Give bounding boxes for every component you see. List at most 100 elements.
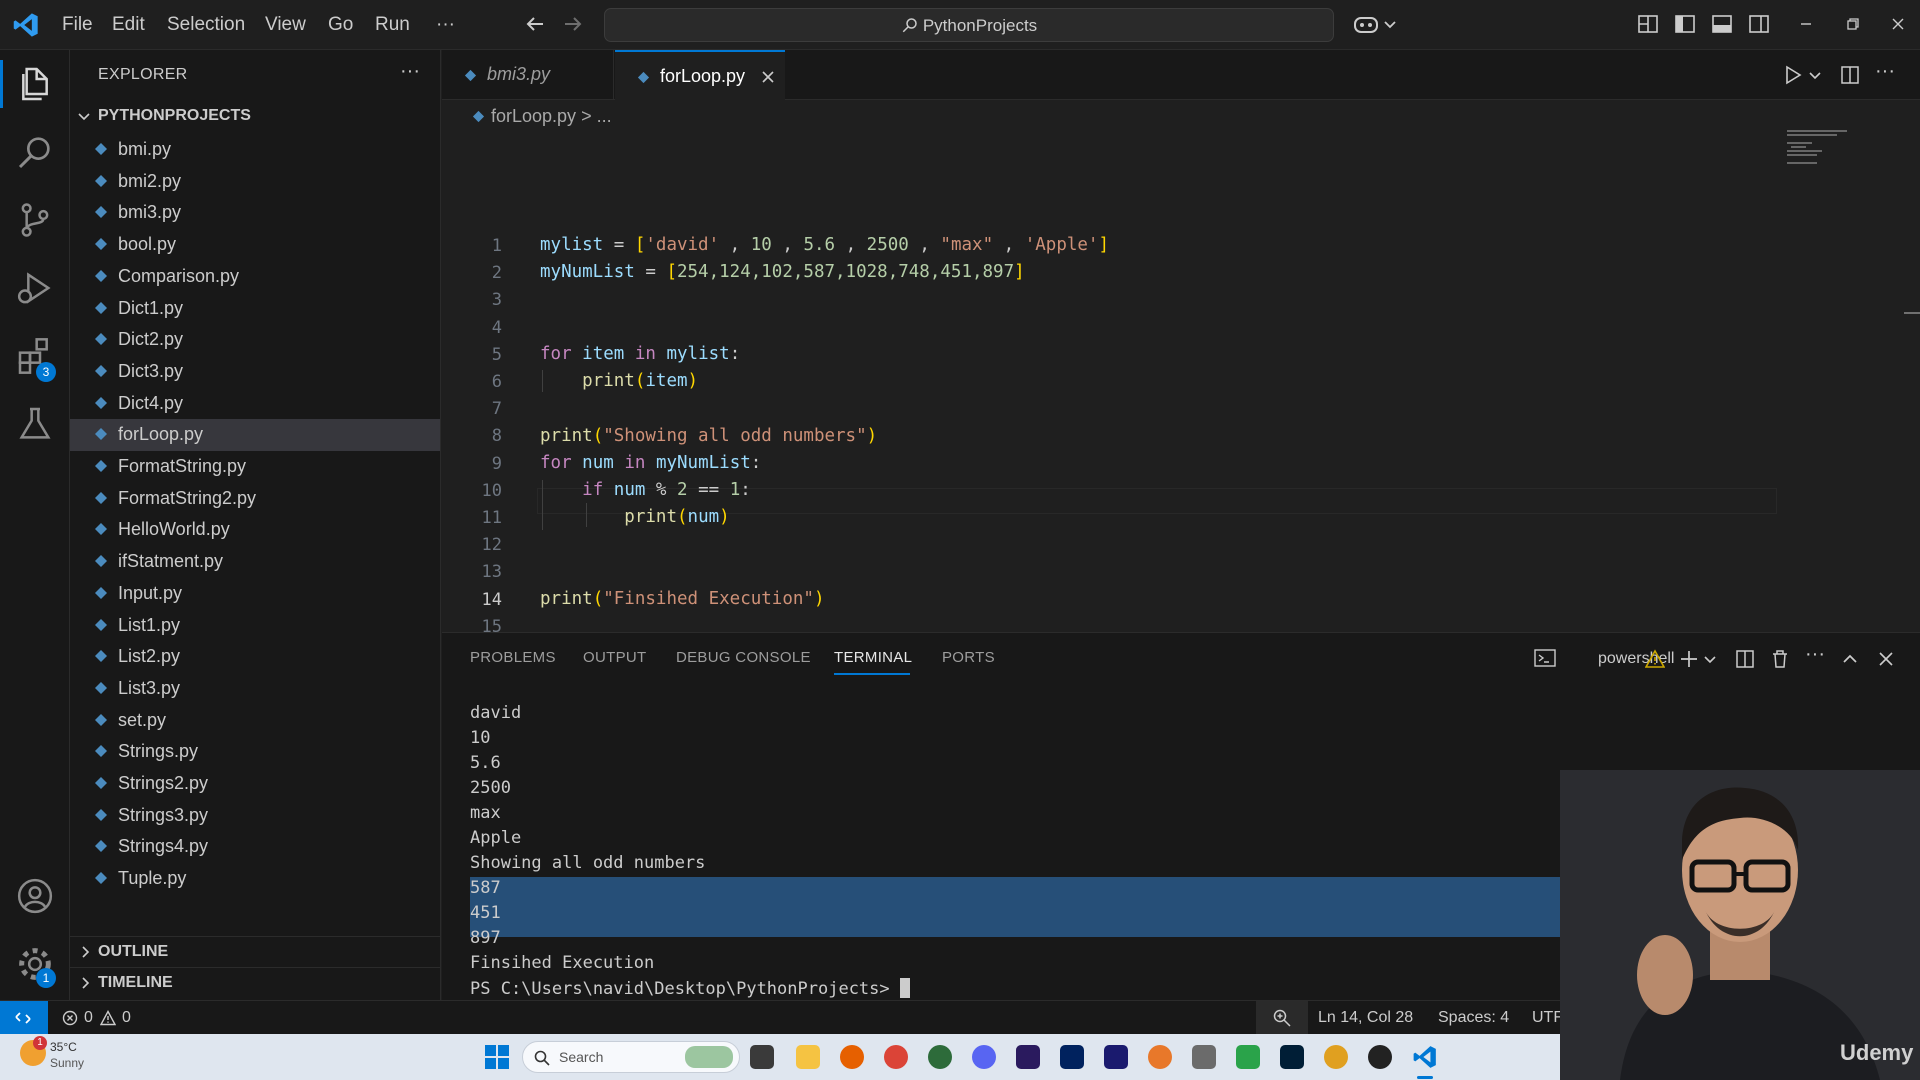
explorer-file-item[interactable]: List2.py: [70, 641, 440, 673]
taskbar-search-box[interactable]: Search: [522, 1041, 740, 1073]
zoom-indicator[interactable]: [1256, 1001, 1308, 1035]
explorer-file-item[interactable]: HelloWorld.py: [70, 514, 440, 546]
explorer-file-item[interactable]: Strings3.py: [70, 800, 440, 832]
warning-icon[interactable]: [1645, 649, 1665, 669]
windows-start-icon[interactable]: [484, 1044, 510, 1070]
back-arrow-icon[interactable]: [523, 12, 547, 36]
firefox-icon[interactable]: [840, 1045, 864, 1069]
xbox-icon[interactable]: [928, 1045, 952, 1069]
split-terminal-icon[interactable]: [1734, 648, 1756, 670]
menu-view[interactable]: View: [265, 14, 306, 36]
explorer-file-item[interactable]: set.py: [70, 705, 440, 737]
error-icon[interactable]: [62, 1010, 78, 1026]
tab-problems[interactable]: PROBLEMS: [470, 649, 556, 666]
explorer-file-item[interactable]: Strings2.py: [70, 768, 440, 800]
explorer-file-item[interactable]: List1.py: [70, 610, 440, 642]
explorer-file-item[interactable]: Strings.py: [70, 736, 440, 768]
explorer-file-item[interactable]: Strings4.py: [70, 831, 440, 863]
toggle-secondary-sidebar-icon[interactable]: [1747, 12, 1771, 36]
error-count[interactable]: 0: [84, 1009, 93, 1027]
menu-go[interactable]: Go: [328, 14, 353, 36]
tab-debug-console[interactable]: DEBUG CONSOLE: [676, 649, 811, 666]
split-editor-icon[interactable]: [1839, 64, 1861, 86]
folder-pythonprojects[interactable]: PYTHONPROJECTS: [98, 107, 251, 125]
vscode-taskbar-icon[interactable]: [1412, 1044, 1438, 1070]
run-python-file-icon[interactable]: [1782, 64, 1804, 86]
menu-more[interactable]: ···: [436, 14, 455, 36]
breadcrumb-rest[interactable]: > ...: [581, 106, 612, 126]
explorer-file-item[interactable]: List3.py: [70, 673, 440, 705]
search-view-icon[interactable]: [15, 132, 55, 172]
photoshop-icon[interactable]: [1280, 1045, 1304, 1069]
forward-arrow-icon[interactable]: [561, 12, 585, 36]
copilot-icon[interactable]: [1353, 12, 1383, 36]
maximize-panel-chevron-up-icon[interactable]: [1840, 649, 1860, 669]
run-and-debug-icon[interactable]: [15, 268, 55, 308]
explorer-file-item[interactable]: bool.py: [70, 229, 440, 261]
restore-icon[interactable]: [1840, 12, 1864, 36]
audition-icon[interactable]: [1060, 1045, 1084, 1069]
explorer-file-item[interactable]: Dict2.py: [70, 324, 440, 356]
timeline-section[interactable]: TIMELINE: [70, 967, 440, 997]
menu-run[interactable]: Run: [375, 14, 410, 36]
file-explorer-icon[interactable]: [796, 1045, 820, 1069]
close-window-icon[interactable]: [1886, 12, 1910, 36]
menu-selection[interactable]: Selection: [167, 14, 245, 36]
explorer-icon[interactable]: [15, 64, 55, 104]
indentation[interactable]: Spaces: 4: [1438, 1009, 1509, 1027]
cursor-position[interactable]: Ln 14, Col 28: [1318, 1009, 1413, 1027]
close-tab-icon[interactable]: [760, 69, 776, 85]
media-encoder-icon[interactable]: [1104, 1045, 1128, 1069]
editor-more-actions-icon[interactable]: ···: [1875, 60, 1895, 83]
chrome-icon[interactable]: [884, 1045, 908, 1069]
explorer-file-item[interactable]: forLoop.py: [70, 419, 440, 452]
minimize-icon[interactable]: [1794, 12, 1818, 36]
task-view-icon[interactable]: [750, 1045, 774, 1069]
breadcrumb-file[interactable]: forLoop.py: [491, 106, 576, 126]
command-center-search[interactable]: PythonProjects: [604, 8, 1334, 42]
explorer-file-item[interactable]: Tuple.py: [70, 863, 440, 895]
tab-forloop[interactable]: forLoop.py: [615, 50, 785, 101]
tab-terminal[interactable]: TERMINAL: [834, 649, 912, 666]
warning-count[interactable]: 0: [122, 1009, 131, 1027]
code-editor[interactable]: forLoop.py > ... 12345678910111213141516…: [442, 100, 1920, 718]
chevron-down-icon[interactable]: [1383, 12, 1397, 36]
kill-terminal-trash-icon[interactable]: [1769, 648, 1791, 670]
chevron-down-icon[interactable]: [76, 109, 92, 125]
explorer-file-item[interactable]: Dict3.py: [70, 356, 440, 388]
testing-flask-icon[interactable]: [15, 404, 55, 444]
explorer-file-item[interactable]: Dict1.py: [70, 293, 440, 325]
toggle-primary-sidebar-icon[interactable]: [1673, 12, 1697, 36]
blender-icon[interactable]: [1148, 1045, 1172, 1069]
discord-icon[interactable]: [972, 1045, 996, 1069]
tab-ports[interactable]: PORTS: [942, 649, 995, 666]
source-control-icon[interactable]: [15, 200, 55, 240]
menu-file[interactable]: File: [62, 14, 93, 36]
warning-icon[interactable]: [100, 1010, 116, 1026]
explorer-file-item[interactable]: FormatString.py: [70, 451, 440, 483]
remote-indicator[interactable]: [0, 1001, 48, 1035]
tab-bmi3[interactable]: bmi3.py: [442, 50, 614, 100]
explorer-file-item[interactable]: bmi2.py: [70, 166, 440, 198]
outline-section[interactable]: OUTLINE: [70, 936, 440, 966]
chevron-down-icon[interactable]: [1808, 68, 1822, 82]
explorer-more-actions-icon[interactable]: ···: [400, 60, 420, 83]
chevron-down-icon[interactable]: [1703, 652, 1717, 666]
lock-app-icon[interactable]: [1236, 1045, 1260, 1069]
weather-temp[interactable]: 35°C: [50, 1040, 77, 1054]
toggle-panel-icon[interactable]: [1710, 12, 1734, 36]
tab-output[interactable]: OUTPUT: [583, 649, 646, 666]
weather-desc[interactable]: Sunny: [50, 1056, 84, 1070]
calendar-app-icon[interactable]: [1192, 1045, 1216, 1069]
explorer-file-item[interactable]: bmi.py: [70, 134, 440, 166]
customize-layout-icon[interactable]: [1636, 12, 1660, 36]
app-icon[interactable]: [1324, 1045, 1348, 1069]
explorer-file-item[interactable]: Comparison.py: [70, 261, 440, 293]
panel-more-actions-icon[interactable]: ···: [1805, 643, 1825, 666]
explorer-file-item[interactable]: Input.py: [70, 578, 440, 610]
explorer-file-item[interactable]: ifStatment.py: [70, 546, 440, 578]
explorer-file-item[interactable]: FormatString2.py: [70, 483, 440, 515]
premiere-pro-icon[interactable]: [1016, 1045, 1040, 1069]
close-panel-icon[interactable]: [1876, 649, 1896, 669]
new-terminal-plus-icon[interactable]: [1678, 648, 1700, 670]
